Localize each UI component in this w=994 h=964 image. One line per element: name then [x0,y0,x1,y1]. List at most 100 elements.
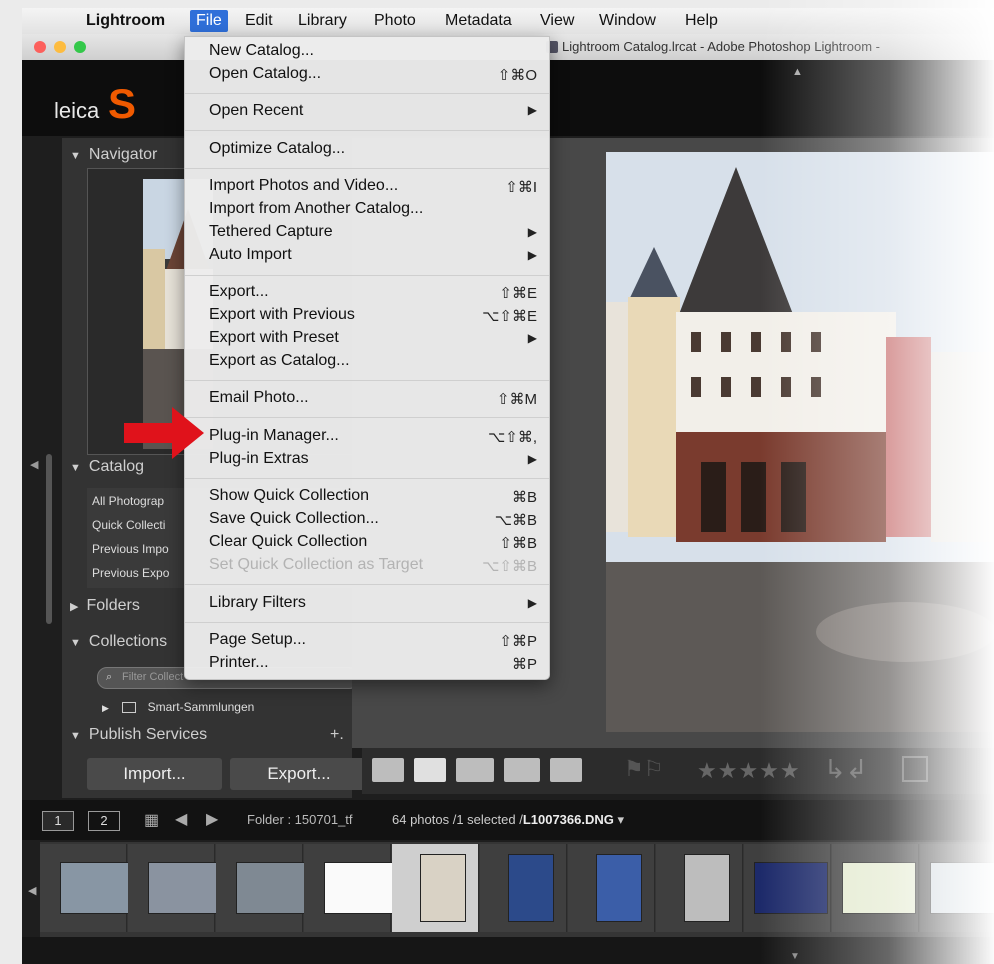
left-scrollbar[interactable] [46,454,52,624]
thumbnail-image [508,854,554,922]
menu-item-email-photo[interactable]: Email Photo... [209,389,309,407]
menu-separator [185,168,549,169]
grid-view-button[interactable] [372,758,404,782]
thumbnail[interactable] [216,844,310,932]
thumbnail[interactable] [40,844,134,932]
menubar-app-name[interactable]: Lightroom [86,12,165,30]
mac-menubar: Lightroom File Edit Library Photo Metada… [22,8,994,35]
folders-label: Folders [86,597,140,614]
library-toolbar: ⚑⚐ ★★★★★ ↳↲ [362,748,994,794]
menu-item-import-another-catalog[interactable]: Import from Another Catalog... [209,200,423,218]
filmstrip-count[interactable]: 64 photos /1 selected /L1007366.DNG ▾ [392,812,624,828]
menu-file[interactable]: File [190,10,228,32]
minimize-window-button[interactable] [54,41,66,53]
shortcut-open-catalog: ⇧⌘O [497,67,537,84]
menu-item-page-setup[interactable]: Page Setup... [209,631,306,649]
loupe-view-button[interactable] [414,758,446,782]
catalog-header[interactable]: ▼ Catalog [70,458,144,476]
menu-view[interactable]: View [540,12,574,30]
export-button[interactable]: Export... [230,758,368,790]
smart-collections-row[interactable]: ▶ Smart-Sammlungen [102,700,254,714]
submenu-arrow-icon: ▶ [527,596,537,610]
menu-item-new-catalog[interactable]: New Catalog... [209,42,314,60]
menu-item-printer[interactable]: Printer... [209,654,269,672]
zoom-window-button[interactable] [74,41,86,53]
thumbnail[interactable] [920,844,994,932]
window-title: Lightroom Catalog.lrcat - Adobe Photosho… [562,39,880,54]
rating-stars[interactable]: ★★★★★ [697,758,801,784]
survey-view-button[interactable] [504,758,540,782]
compare-view-button[interactable] [456,758,494,782]
thumbnail[interactable] [568,844,655,932]
menu-item-tethered-capture[interactable]: Tethered Capture [209,223,333,241]
menu-library[interactable]: Library [298,12,347,30]
menu-item-open-catalog[interactable]: Open Catalog... [209,65,321,83]
grid-icon[interactable]: ▦ [144,810,159,830]
catalog-item-previous-import[interactable]: Previous Impo [92,542,169,556]
menu-metadata[interactable]: Metadata [445,12,512,30]
shortcut-set-quick-collection-target: ⌥⇧⌘B [482,558,537,575]
thumbnail[interactable] [128,844,222,932]
thumbnail[interactable] [656,844,743,932]
menu-item-auto-import[interactable]: Auto Import [209,246,292,264]
flag-icons[interactable]: ⚑⚐ [624,756,663,782]
menu-item-export-with-preset[interactable]: Export with Preset [209,329,339,347]
menu-item-clear-quick-collection[interactable]: Clear Quick Collection [209,533,367,551]
navigator-header[interactable]: ▼ Navigator [70,146,157,164]
menu-item-export-with-previous[interactable]: Export with Previous [209,306,355,324]
menu-item-open-recent[interactable]: Open Recent [209,102,303,120]
rotate-icons[interactable]: ↳↲ [824,754,868,785]
menu-item-plugin-manager[interactable]: Plug-in Manager... [209,427,339,445]
menu-item-library-filters[interactable]: Library Filters [209,594,306,612]
close-window-button[interactable] [34,41,46,53]
filmstrip-scroll-left-icon[interactable]: ◀ [28,884,36,897]
menu-item-plugin-extras[interactable]: Plug-in Extras [209,450,309,468]
catalog-item-previous-export[interactable]: Previous Expo [92,566,169,580]
menu-item-import-photos[interactable]: Import Photos and Video... [209,177,398,195]
add-publish-service-button[interactable]: +. [330,726,344,744]
publish-services-label: Publish Services [88,726,208,743]
window-2-button[interactable]: 2 [88,811,120,831]
people-view-button[interactable] [550,758,582,782]
menu-item-export-as-catalog[interactable]: Export as Catalog... [209,352,350,370]
menu-item-optimize-catalog[interactable]: Optimize Catalog... [209,140,345,158]
selected-filename: L1007366.DNG [522,812,614,827]
identity-plate-logo: S [108,80,137,127]
menu-edit[interactable]: Edit [245,12,273,30]
chevron-down-icon: ▾ [617,812,625,827]
thumbnail[interactable] [304,844,398,932]
back-arrow-icon[interactable]: ◀ [175,809,187,829]
menu-item-export[interactable]: Export... [209,283,269,301]
collapse-top-icon[interactable]: ▲ [792,66,803,78]
folders-header[interactable]: ▶ Folders [70,597,140,615]
catalog-item-quick-collection[interactable]: Quick Collecti [92,518,165,532]
publish-services-header[interactable]: ▼ Publish Services [70,726,207,744]
collections-header[interactable]: ▼ Collections [70,633,167,651]
catalog-item-all-photographs[interactable]: All Photograp [92,494,164,508]
left-panel-toggle-icon[interactable]: ◀ [30,458,38,471]
submenu-arrow-icon: ▶ [527,225,537,239]
menu-item-save-quick-collection[interactable]: Save Quick Collection... [209,510,379,528]
thumbnail-selected[interactable] [392,844,479,932]
thumbnail-image [930,862,994,914]
identity-plate-text: leica [54,98,100,123]
collection-set-icon [122,702,137,714]
forward-arrow-icon[interactable]: ▶ [206,809,218,829]
photo-count-text: 64 photos /1 selected / [392,812,523,827]
thumbnail-image [842,862,916,914]
menu-photo[interactable]: Photo [374,12,416,30]
menu-help[interactable]: Help [685,12,718,30]
menu-item-show-quick-collection[interactable]: Show Quick Collection [209,487,369,505]
import-button[interactable]: Import... [87,758,222,790]
thumbnail[interactable] [480,844,567,932]
red-arrow-icon [124,407,204,459]
menu-window[interactable]: Window [599,12,656,30]
navigator-label: Navigator [88,146,158,163]
menu-separator [185,584,549,585]
window-1-button[interactable]: 1 [42,811,74,831]
filmstrip-folder[interactable]: Folder : 150701_tf [247,812,353,827]
thumbnail[interactable] [744,844,831,932]
collapse-bottom-icon[interactable]: ▼ [790,951,800,962]
crop-icon[interactable] [902,756,928,782]
thumbnail[interactable] [832,844,919,932]
